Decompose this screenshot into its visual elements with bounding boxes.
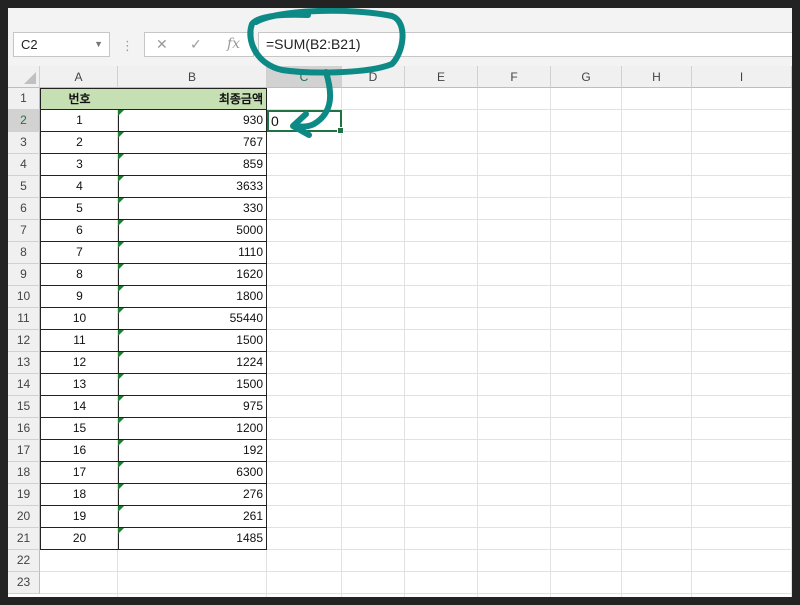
handdrawn-annotation: [247, 8, 406, 138]
excel-window: C2 ▼ ⋮ ✕ ✓ fx =SUM(B2:B21) ABCDEFGHI1234…: [8, 8, 792, 597]
annotation-circle: [247, 8, 406, 76]
